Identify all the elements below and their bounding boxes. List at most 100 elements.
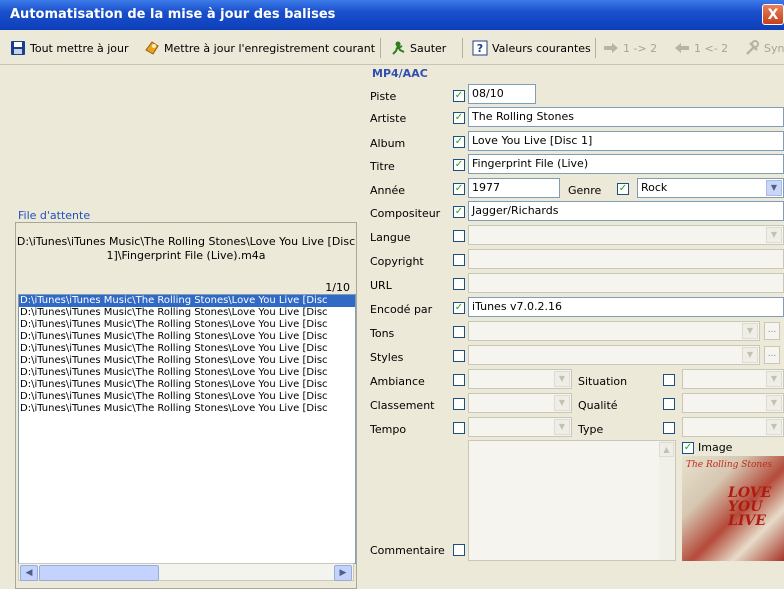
close-button[interactable]: X	[762, 4, 784, 25]
titre-field[interactable]: Fingerprint File (Live)	[468, 154, 784, 174]
update-all-button[interactable]: Tout mettre à jour	[10, 39, 129, 57]
annee-checkbox[interactable]: ✓	[453, 183, 465, 195]
langue-checkbox[interactable]	[453, 230, 465, 242]
copy-1-to-2-button[interactable]: 1 -> 2	[603, 39, 657, 57]
commentaire-checkbox[interactable]	[453, 544, 465, 556]
help-icon: ?	[472, 40, 488, 56]
styles-label: Styles	[370, 351, 404, 364]
commentaire-label: Commentaire	[370, 544, 445, 557]
titre-checkbox[interactable]: ✓	[453, 159, 465, 171]
list-item[interactable]: D:\iTunes\iTunes Music\The Rolling Stone…	[19, 343, 355, 355]
current-values-button[interactable]: ? Valeurs courantes	[472, 39, 591, 57]
update-current-button[interactable]: Mettre à jour l'enregistrement courant	[144, 39, 375, 57]
list-item[interactable]: D:\iTunes\iTunes Music\The Rolling Stone…	[19, 307, 355, 319]
ambiance-checkbox[interactable]	[453, 374, 465, 386]
genre-checkbox[interactable]: ✓	[617, 183, 629, 195]
situation-dropdown[interactable]: ▼	[682, 369, 784, 389]
classement-label: Classement	[370, 399, 435, 412]
scroll-right-icon[interactable]: ▶	[334, 565, 352, 581]
encode-par-field[interactable]: iTunes v7.0.2.16	[468, 297, 784, 317]
annee-field[interactable]: 1977	[468, 178, 560, 198]
list-item[interactable]: D:\iTunes\iTunes Music\The Rolling Stone…	[19, 379, 355, 391]
genre-dropdown[interactable]: Rock ▼	[637, 178, 784, 198]
toolbar-separator	[462, 38, 463, 58]
url-checkbox[interactable]	[453, 278, 465, 290]
album-field[interactable]: Love You Live [Disc 1]	[468, 131, 784, 151]
tempo-dropdown[interactable]: ▼	[468, 417, 572, 437]
list-item[interactable]: D:\iTunes\iTunes Music\The Rolling Stone…	[19, 295, 355, 307]
sync-button[interactable]: Syn	[744, 39, 784, 57]
encode-par-checkbox[interactable]: ✓	[453, 302, 465, 314]
ambiance-dropdown[interactable]: ▼	[468, 369, 572, 389]
list-item[interactable]: D:\iTunes\iTunes Music\The Rolling Stone…	[19, 367, 355, 379]
copyright-label: Copyright	[370, 255, 424, 268]
styles-browse-button[interactable]: ...	[764, 346, 780, 364]
chevron-down-icon[interactable]: ▼	[766, 180, 782, 196]
piste-field[interactable]: 08/10	[468, 84, 536, 104]
chevron-down-icon[interactable]: ▼	[554, 419, 570, 435]
artiste-field[interactable]: The Rolling Stones	[468, 107, 784, 127]
qualite-label: Qualité	[578, 399, 618, 412]
langue-dropdown[interactable]: ▼	[468, 225, 784, 245]
chevron-down-icon[interactable]: ▼	[554, 371, 570, 387]
list-item[interactable]: D:\iTunes\iTunes Music\The Rolling Stone…	[19, 355, 355, 367]
scroll-up-icon[interactable]: ▲	[659, 442, 674, 457]
horizontal-scrollbar[interactable]: ◀ ▶	[18, 563, 354, 581]
list-item[interactable]: D:\iTunes\iTunes Music\The Rolling Stone…	[19, 331, 355, 343]
url-field[interactable]	[468, 273, 784, 293]
copy-1-from-2-label: 1 <- 2	[694, 41, 729, 55]
artiste-checkbox[interactable]: ✓	[453, 112, 465, 124]
styles-checkbox[interactable]	[453, 350, 465, 362]
chevron-down-icon[interactable]: ▼	[766, 371, 782, 387]
list-item[interactable]: D:\iTunes\iTunes Music\The Rolling Stone…	[19, 391, 355, 403]
copyright-field[interactable]	[468, 249, 784, 269]
queue-list[interactable]: D:\iTunes\iTunes Music\The Rolling Stone…	[18, 294, 356, 564]
piste-checkbox[interactable]: ✓	[453, 90, 465, 102]
album-checkbox[interactable]: ✓	[453, 136, 465, 148]
styles-dropdown[interactable]: ▼	[468, 345, 760, 365]
qualite-checkbox[interactable]	[663, 398, 675, 410]
compositeur-checkbox[interactable]: ✓	[453, 206, 465, 218]
type-label: Type	[578, 423, 604, 436]
qualite-dropdown[interactable]: ▼	[682, 393, 784, 413]
chevron-down-icon[interactable]: ▼	[766, 227, 782, 243]
update-all-label: Tout mettre à jour	[30, 41, 129, 55]
chevron-down-icon[interactable]: ▼	[766, 419, 782, 435]
tons-dropdown[interactable]: ▼	[468, 321, 760, 341]
situation-label: Situation	[578, 375, 628, 388]
skip-button[interactable]: Sauter	[390, 39, 446, 57]
chevron-down-icon[interactable]: ▼	[554, 395, 570, 411]
toolbar: Tout mettre à jour Mettre à jour l'enreg…	[0, 30, 784, 65]
arrow-right-icon	[603, 40, 619, 56]
tag-format-heading: MP4/AAC	[372, 67, 428, 80]
tempo-checkbox[interactable]	[453, 422, 465, 434]
type-dropdown[interactable]: ▼	[682, 417, 784, 437]
chevron-down-icon[interactable]: ▼	[742, 347, 758, 363]
chevron-down-icon[interactable]: ▼	[766, 395, 782, 411]
type-checkbox[interactable]	[663, 422, 675, 434]
chevron-down-icon[interactable]: ▼	[742, 323, 758, 339]
image-checkbox[interactable]: ✓	[682, 442, 694, 454]
comment-textarea[interactable]: ▲	[468, 440, 676, 561]
cover-album-text: LOVE YOU LIVE	[728, 485, 772, 529]
compositeur-field[interactable]: Jagger/Richards	[468, 201, 784, 221]
list-item[interactable]: D:\iTunes\iTunes Music\The Rolling Stone…	[19, 319, 355, 331]
copyright-checkbox[interactable]	[453, 254, 465, 266]
tons-checkbox[interactable]	[453, 326, 465, 338]
svg-text:?: ?	[477, 42, 483, 55]
genre-value: Rock	[641, 181, 668, 194]
copy-1-from-2-button[interactable]: 1 <- 2	[674, 39, 728, 57]
current-file-path: D:\iTunes\iTunes Music\The Rolling Stone…	[16, 235, 356, 262]
album-cover-image[interactable]: The Rolling Stones LOVE YOU LIVE	[682, 456, 784, 561]
skip-icon	[390, 40, 406, 56]
queue-label: File d'attente	[18, 209, 91, 222]
scroll-thumb[interactable]	[39, 565, 159, 581]
classement-dropdown[interactable]: ▼	[468, 393, 572, 413]
list-item[interactable]: D:\iTunes\iTunes Music\The Rolling Stone…	[19, 403, 355, 415]
situation-checkbox[interactable]	[663, 374, 675, 386]
scroll-left-icon[interactable]: ◀	[20, 565, 38, 581]
comment-scrollbar[interactable]: ▲	[659, 441, 675, 560]
ambiance-label: Ambiance	[370, 375, 425, 388]
tons-browse-button[interactable]: ...	[764, 322, 780, 340]
classement-checkbox[interactable]	[453, 398, 465, 410]
